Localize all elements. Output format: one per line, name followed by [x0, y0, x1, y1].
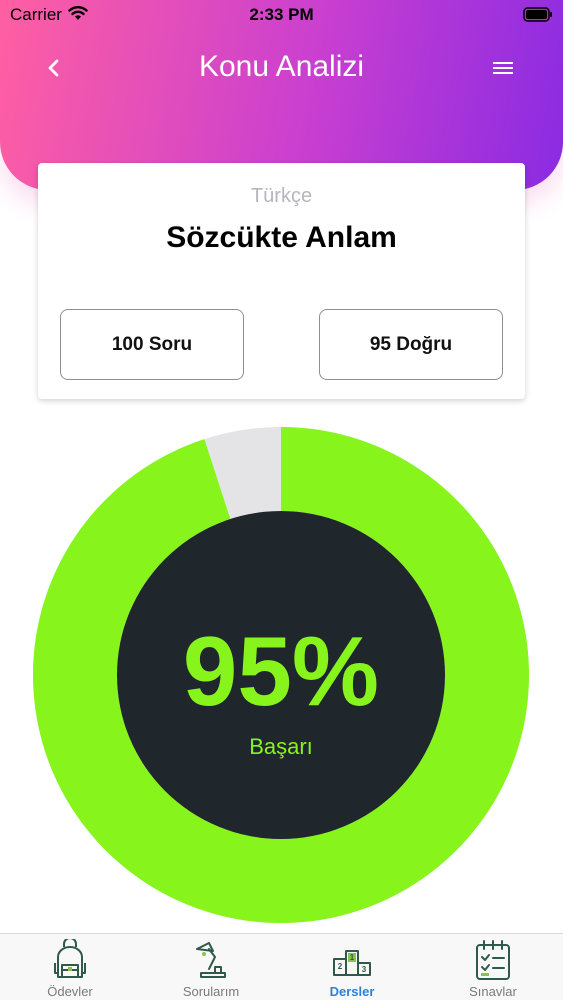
tab-odevler[interactable]: Ödevler: [0, 934, 140, 1000]
question-count-button[interactable]: 100 Soru: [60, 309, 244, 380]
nav-bar: Konu Analizi: [0, 40, 563, 96]
status-bar: Carrier 2:33 PM: [0, 0, 563, 30]
svg-text:3: 3: [362, 965, 367, 974]
header: Carrier 2:33 PM Konu Analizi: [0, 0, 563, 190]
tab-label: Dersler: [329, 984, 375, 999]
podium-icon: 1 2 3: [333, 950, 371, 976]
svg-text:1: 1: [350, 953, 355, 962]
success-gauge: 95% Başarı: [32, 427, 529, 923]
gauge-percent: 95%: [183, 616, 379, 726]
page-title: Konu Analizi: [198, 50, 365, 83]
battery-icon: [523, 7, 553, 27]
hamburger-menu-icon: [493, 62, 513, 74]
tab-sinavlar[interactable]: Sınavlar: [423, 934, 563, 1000]
desk-lamp-icon: [196, 942, 226, 978]
checklist-calendar-icon: [476, 940, 510, 980]
backpack-icon: [54, 939, 86, 978]
subject-label: Türkçe: [250, 185, 313, 207]
tab-dersler[interactable]: 1 2 3 Dersler: [282, 934, 422, 1000]
status-time: 2:33 PM: [249, 5, 314, 24]
topic-title: Sözcükte Anlam: [166, 221, 397, 254]
gauge-caption: Başarı: [249, 734, 313, 759]
screen: Carrier 2:33 PM Konu Analizi Türkçe Sözc…: [0, 0, 563, 1000]
menu-button[interactable]: [487, 52, 519, 84]
tab-label: Sınavlar: [469, 984, 517, 999]
tab-bar: Ödevler Sorularım 1 2 3 Dersler Sınavlar: [0, 933, 563, 1000]
tab-label: Sorularım: [182, 984, 240, 999]
topic-card: Türkçe Sözcükte Anlam 100 Soru 95 Doğru: [38, 163, 525, 399]
correct-count-button[interactable]: 95 Doğru: [319, 309, 503, 380]
tab-label: Ödevler: [47, 984, 93, 999]
svg-text:2: 2: [338, 962, 343, 971]
tab-sorularim[interactable]: Sorularım: [141, 934, 281, 1000]
